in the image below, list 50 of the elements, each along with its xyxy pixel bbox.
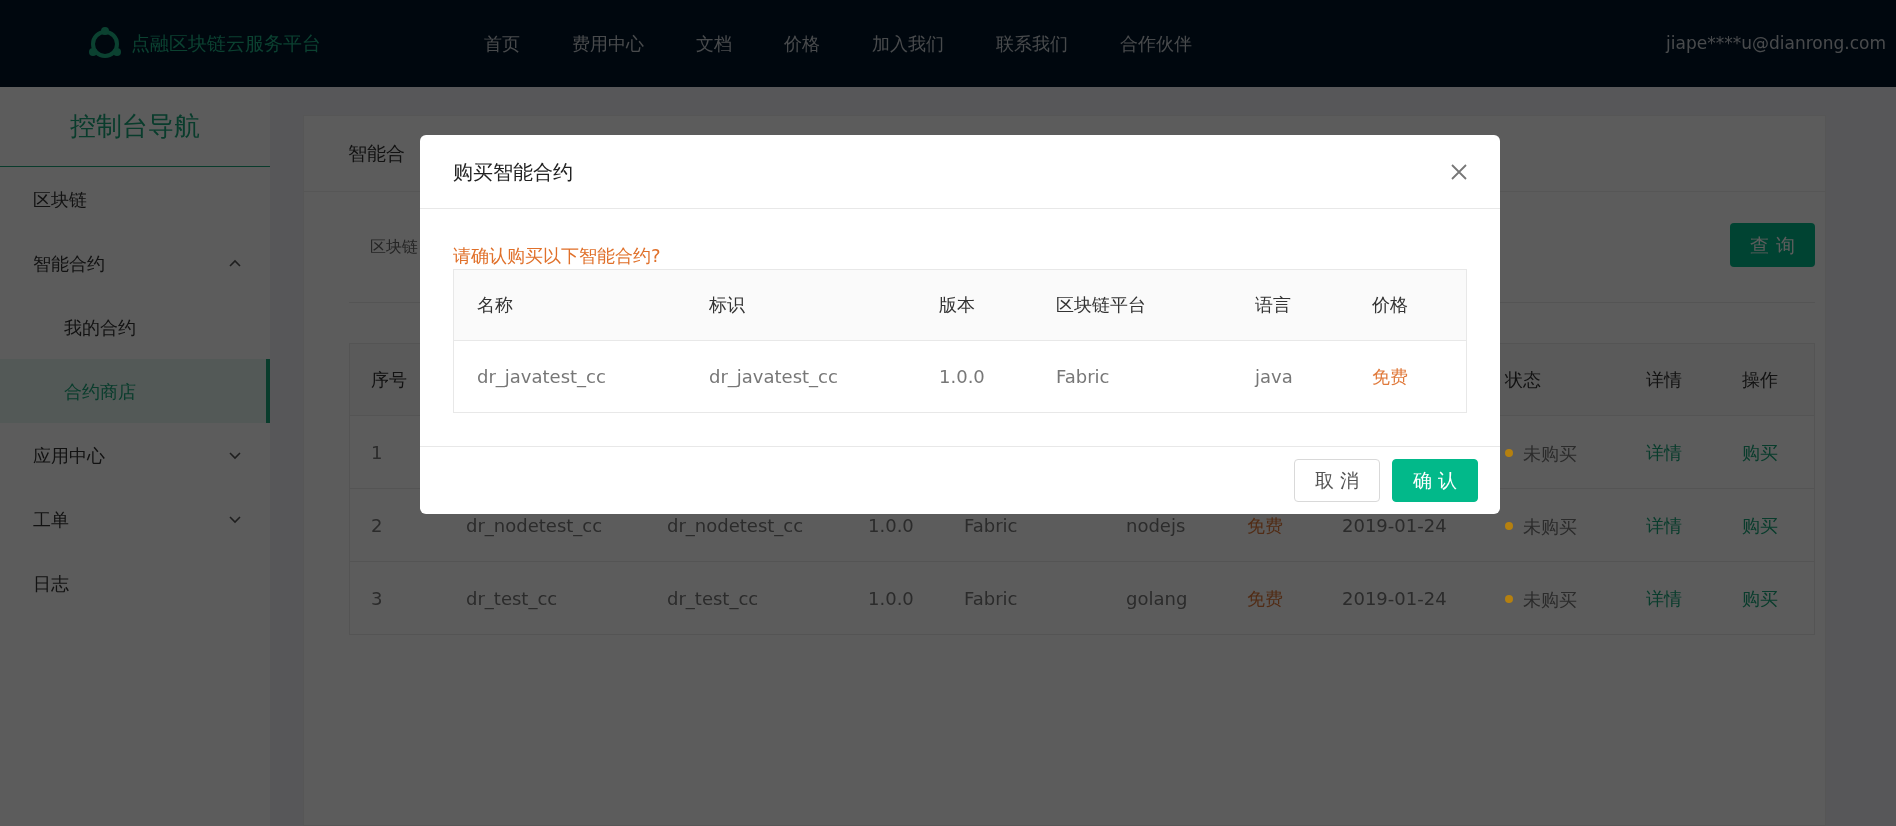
column-header: 详情 bbox=[1645, 368, 1683, 392]
nav-link-item[interactable]: 联系我们 bbox=[996, 30, 1068, 57]
column-header: 语言 bbox=[1254, 293, 1292, 318]
query-button[interactable]: 查 询 bbox=[1730, 223, 1815, 267]
column-header: 操作 bbox=[1741, 368, 1779, 392]
close-icon bbox=[1450, 162, 1468, 181]
nav-link-item[interactable]: 文档 bbox=[696, 30, 732, 57]
table-link[interactable]: 详情 bbox=[1646, 587, 1682, 609]
table-link[interactable]: 购买 bbox=[1742, 441, 1778, 463]
chevron-icon bbox=[228, 450, 242, 460]
table-link[interactable]: 购买 bbox=[1742, 514, 1778, 536]
table-link[interactable]: 详情 bbox=[1646, 441, 1682, 463]
table-cell-text: 1.0.0 bbox=[938, 364, 986, 389]
column-header: 区块链平台 bbox=[1055, 293, 1147, 318]
confirm-prompt: 请确认购买以下智能合约? bbox=[453, 245, 662, 267]
confirm-button[interactable]: 确 认 bbox=[1392, 458, 1478, 502]
sidebar-item[interactable]: 日志 bbox=[0, 551, 270, 615]
card-title: 智能合 bbox=[348, 141, 405, 167]
sidebar-item[interactable]: 应用中心 bbox=[0, 423, 270, 487]
table-cell-text: Fabric bbox=[1055, 364, 1111, 389]
sidebar-title: 控制台导航 bbox=[0, 87, 270, 167]
user-email[interactable]: jiape****u@dianrong.com bbox=[1666, 30, 1886, 57]
table-cell-text: 免费 bbox=[1246, 586, 1284, 611]
column-header: 版本 bbox=[938, 293, 976, 318]
table-cell-text: dr_javatest_cc bbox=[476, 364, 607, 390]
column-header: 序号 bbox=[370, 368, 408, 392]
column-header: 名称 bbox=[476, 293, 514, 318]
chevron-icon bbox=[228, 258, 242, 268]
table-link[interactable]: 购买 bbox=[1742, 587, 1778, 609]
table-cell-text: java bbox=[1253, 364, 1294, 389]
cancel-button[interactable]: 取 消 bbox=[1294, 458, 1380, 502]
column-header: 价格 bbox=[1371, 293, 1409, 318]
column-header: 状态 bbox=[1504, 368, 1542, 392]
nav-link-item[interactable]: 价格 bbox=[784, 30, 820, 57]
nav-link-item[interactable]: 加入我们 bbox=[872, 30, 944, 57]
table-cell-text: 免费 bbox=[1371, 364, 1409, 389]
sidebar-item[interactable]: 合约商店 bbox=[0, 359, 270, 423]
table-cell-text: dr_javatest_cc bbox=[708, 364, 839, 390]
sidebar-item[interactable]: 区块链 bbox=[0, 167, 270, 231]
column-header: 标识 bbox=[708, 293, 746, 318]
sidebar-item[interactable]: 智能合约 bbox=[0, 231, 270, 295]
dialog-title: 购买智能合约 bbox=[453, 158, 573, 186]
nav-link-item[interactable]: 首页 bbox=[484, 30, 520, 57]
sidebar-item[interactable]: 工单 bbox=[0, 487, 270, 551]
table-link[interactable]: 详情 bbox=[1646, 514, 1682, 536]
table-cell-text: 免费 bbox=[1246, 513, 1284, 538]
sidebar-item[interactable]: 我的合约 bbox=[0, 295, 270, 359]
nav-link-item[interactable]: 合作伙伴 bbox=[1120, 30, 1192, 57]
nav-link-item[interactable]: 费用中心 bbox=[572, 30, 644, 57]
chevron-icon bbox=[228, 514, 242, 524]
